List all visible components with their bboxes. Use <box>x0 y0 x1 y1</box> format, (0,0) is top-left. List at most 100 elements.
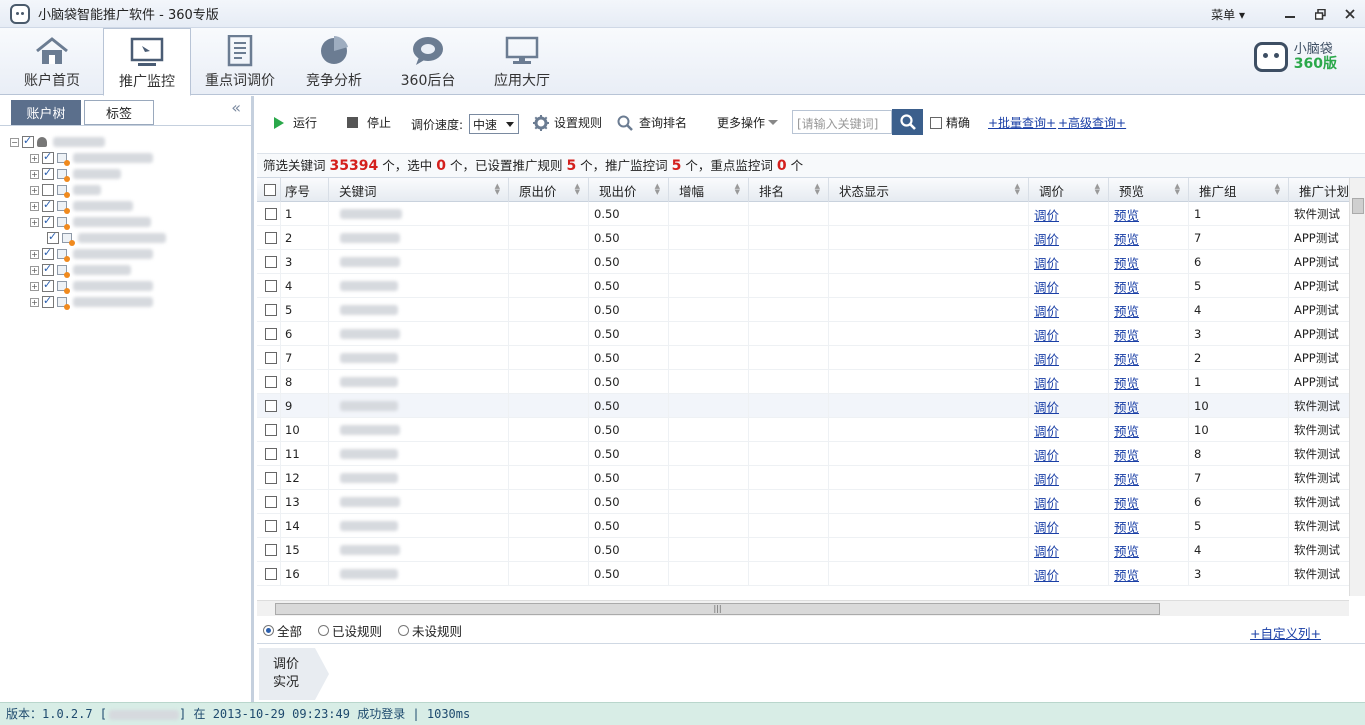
tree-node[interactable] <box>10 230 166 246</box>
expand-node-icon[interactable]: + <box>30 249 39 259</box>
adjust-link[interactable]: 调价 <box>1034 397 1059 416</box>
col-plan[interactable]: 推广计划 <box>1289 178 1349 202</box>
expand-node-icon[interactable]: + <box>30 153 39 163</box>
row-checkbox[interactable] <box>265 448 277 460</box>
adjust-link[interactable]: 调价 <box>1034 349 1059 368</box>
adjust-link[interactable]: 调价 <box>1034 205 1059 224</box>
row-checkbox[interactable] <box>265 544 277 556</box>
col-preview[interactable]: 预览 ▲ ▼ <box>1109 178 1189 202</box>
set-rules-button[interactable]: 设置规则 <box>533 114 602 131</box>
close-button[interactable] <box>1335 0 1365 28</box>
tree-node[interactable]: + <box>10 182 166 198</box>
expand-node-icon[interactable]: + <box>30 201 39 211</box>
adjust-link[interactable]: 调价 <box>1034 541 1059 560</box>
radio-rules-set[interactable]: 已设规则 <box>318 621 382 640</box>
run-button[interactable]: 运行 <box>273 114 317 131</box>
table-row[interactable]: 5 0.50 调价 预览 4 APP测试 <box>257 298 1365 322</box>
preview-link[interactable]: 预览 <box>1114 277 1139 296</box>
select-all-checkbox[interactable] <box>264 184 276 196</box>
table-row[interactable]: 8 0.50 调价 预览 1 APP测试 <box>257 370 1365 394</box>
keyword-search-input[interactable]: [请输入关键词] <box>792 110 892 134</box>
col-current-bid[interactable]: 现出价 ▲ ▼ <box>589 178 669 202</box>
table-row[interactable]: 3 0.50 调价 预览 6 APP测试 <box>257 250 1365 274</box>
row-checkbox[interactable] <box>265 304 277 316</box>
tree-checkbox[interactable] <box>22 134 34 148</box>
row-checkbox[interactable] <box>265 568 277 580</box>
col-rank[interactable]: 排名 ▲ ▼ <box>749 178 829 202</box>
vertical-scroll-thumb[interactable] <box>1352 198 1364 214</box>
table-row[interactable]: 14 0.50 调价 预览 5 软件测试 <box>257 514 1365 538</box>
expand-node-icon[interactable]: + <box>30 265 39 275</box>
preview-link[interactable]: 预览 <box>1114 469 1139 488</box>
tree-checkbox[interactable] <box>42 246 54 260</box>
expand-node-icon[interactable]: + <box>30 217 39 227</box>
tree-root[interactable]: − <box>10 134 166 150</box>
preview-link[interactable]: 预览 <box>1114 349 1139 368</box>
horizontal-scrollbar[interactable]: ||| <box>257 600 1349 616</box>
tree-node[interactable]: + <box>10 294 166 310</box>
adjust-link[interactable]: 调价 <box>1034 253 1059 272</box>
tree-checkbox[interactable] <box>42 294 54 308</box>
adjust-link[interactable]: 调价 <box>1034 421 1059 440</box>
row-checkbox[interactable] <box>265 256 277 268</box>
batch-query-link[interactable]: +批量查询+ <box>988 114 1056 131</box>
adjust-link[interactable]: 调价 <box>1034 325 1059 344</box>
search-button[interactable] <box>892 109 923 135</box>
preview-link[interactable]: 预览 <box>1114 229 1139 248</box>
table-row[interactable]: 4 0.50 调价 预览 5 APP测试 <box>257 274 1365 298</box>
row-checkbox[interactable] <box>265 232 277 244</box>
preview-link[interactable]: 预览 <box>1114 325 1139 344</box>
table-row[interactable]: 2 0.50 调价 预览 7 APP测试 <box>257 226 1365 250</box>
exact-checkbox[interactable] <box>930 116 942 129</box>
tab-tags[interactable]: 标签 <box>84 100 154 125</box>
tree-checkbox[interactable] <box>42 198 54 212</box>
expand-node-icon[interactable]: + <box>30 169 39 179</box>
table-row[interactable]: 11 0.50 调价 预览 8 软件测试 <box>257 442 1365 466</box>
preview-link[interactable]: 预览 <box>1114 205 1139 224</box>
adjust-link[interactable]: 调价 <box>1034 277 1059 296</box>
bid-realtime-tab[interactable]: 调价 实况 <box>259 648 329 700</box>
col-no[interactable]: 序号 <box>281 178 329 202</box>
exact-match-checkbox[interactable]: 精确 <box>929 114 970 131</box>
tree-node[interactable]: + <box>10 262 166 278</box>
adjust-link[interactable]: 调价 <box>1034 517 1059 536</box>
collapse-node-icon[interactable]: − <box>10 137 19 147</box>
table-row[interactable]: 7 0.50 调价 预览 2 APP测试 <box>257 346 1365 370</box>
row-checkbox[interactable] <box>265 520 277 532</box>
tree-node[interactable]: + <box>10 198 166 214</box>
preview-link[interactable]: 预览 <box>1114 541 1139 560</box>
restore-button[interactable] <box>1305 0 1335 28</box>
tree-checkbox[interactable] <box>42 150 54 164</box>
radio-rules-unset[interactable]: 未设规则 <box>398 621 462 640</box>
preview-link[interactable]: 预览 <box>1114 493 1139 512</box>
tab-account-tree[interactable]: 账户树 <box>11 100 81 125</box>
speed-select[interactable]: 中速 <box>469 114 520 134</box>
horizontal-scroll-thumb[interactable]: ||| <box>275 603 1160 615</box>
table-row[interactable]: 9 0.50 调价 预览 10 软件测试 <box>257 394 1365 418</box>
adjust-link[interactable]: 调价 <box>1034 373 1059 392</box>
tree-checkbox[interactable] <box>42 262 54 276</box>
tab-key-word-bid[interactable]: 重点词调价 <box>196 28 284 95</box>
row-checkbox[interactable] <box>265 496 277 508</box>
tab-account-home[interactable]: 账户首页 <box>8 28 96 95</box>
table-row[interactable]: 1 0.50 调价 预览 1 软件测试 <box>257 202 1365 226</box>
preview-link[interactable]: 预览 <box>1114 373 1139 392</box>
row-checkbox[interactable] <box>265 208 277 220</box>
table-row[interactable]: 6 0.50 调价 预览 3 APP测试 <box>257 322 1365 346</box>
minimize-button[interactable] <box>1275 0 1305 28</box>
col-keyword[interactable]: 关键词 ▲ ▼ <box>329 178 509 202</box>
table-row[interactable]: 13 0.50 调价 预览 6 软件测试 <box>257 490 1365 514</box>
tree-node[interactable]: + <box>10 214 166 230</box>
stop-button[interactable]: 停止 <box>347 114 391 131</box>
custom-columns-link[interactable]: +自定义列+ <box>1250 623 1321 642</box>
select-all-header[interactable] <box>257 178 281 202</box>
row-checkbox[interactable] <box>265 424 277 436</box>
row-checkbox[interactable] <box>265 352 277 364</box>
preview-link[interactable]: 预览 <box>1114 397 1139 416</box>
advanced-query-link[interactable]: +高级查询+ <box>1058 114 1126 131</box>
adjust-link[interactable]: 调价 <box>1034 229 1059 248</box>
col-increase[interactable]: 增幅 ▲ ▼ <box>669 178 749 202</box>
tree-node[interactable]: + <box>10 166 166 182</box>
adjust-link[interactable]: 调价 <box>1034 301 1059 320</box>
table-row[interactable]: 10 0.50 调价 预览 10 软件测试 <box>257 418 1365 442</box>
